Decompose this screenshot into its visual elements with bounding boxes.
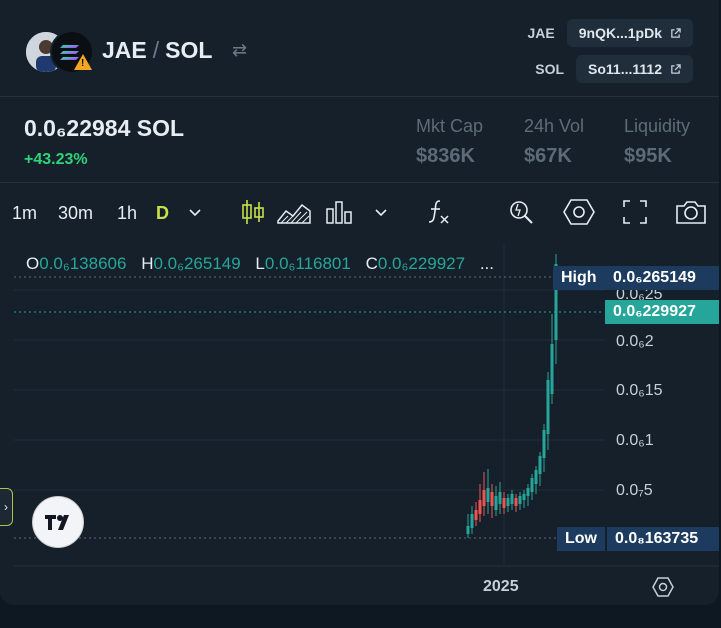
timeframe-1h[interactable]: 1h (117, 203, 137, 224)
open-label: O (26, 254, 40, 273)
tradingview-logo[interactable] (32, 496, 84, 548)
low-value: 0.0₆116801 (264, 254, 351, 273)
candle-body (530, 478, 534, 492)
chevron-down-icon[interactable] (370, 197, 392, 227)
price-tick: 0.0₆1 (616, 432, 654, 449)
indicators-fx-icon[interactable] (424, 197, 454, 227)
candle-body (466, 526, 470, 534)
base-symbol: JAE (102, 37, 147, 63)
fullscreen-icon[interactable] (620, 197, 650, 227)
bar-chart-icon[interactable] (324, 197, 354, 227)
candle-body (494, 496, 498, 510)
pair-separator: / (152, 37, 160, 63)
stat-label: Liquidity (624, 116, 691, 136)
current-price-tag: 0.0₆229927 (605, 300, 719, 324)
external-link-icon (671, 63, 681, 74)
high-tag-value: 0.0₆265149 (605, 266, 719, 290)
close-label: C (365, 254, 378, 273)
low-label: L (255, 254, 265, 273)
candle-body (474, 510, 478, 520)
candle-body (486, 488, 490, 502)
candle-body (534, 470, 538, 484)
current-price: 0.0₆22984 SOL (24, 115, 185, 141)
base-address-button[interactable]: 9nQK...1pDk (566, 19, 693, 47)
stat-liquidity: Liquidity $95K (624, 116, 690, 168)
chart-toolbar: 1m 30m 1h D (0, 182, 719, 243)
quote-address-row: SOL So11...1112 (535, 55, 693, 83)
chart-grid (14, 244, 719, 567)
warning-mark: ! (81, 58, 85, 69)
high-label: H (141, 254, 154, 273)
candle-body (518, 496, 522, 504)
quote-symbol: SOL (165, 37, 213, 63)
close-value: 0.0₆229927 (377, 254, 466, 273)
candlestick-icon[interactable] (238, 197, 268, 227)
chart-card: ! JAE / SOL ⇄ JAE 9nQK...1pDk SOL So11...1… (0, 0, 719, 605)
pair-header: ! JAE / SOL ⇄ JAE 9nQK...1pDk SOL So11...1… (0, 0, 719, 97)
candle-body (538, 456, 542, 474)
base-address-label: JAE (527, 25, 555, 41)
area-chart-icon[interactable] (276, 197, 312, 227)
price-tick: 0.0₆2 (616, 333, 654, 350)
stat-value: $67K (524, 145, 572, 167)
camera-icon[interactable] (674, 197, 708, 227)
stat-value: $95K (624, 145, 672, 167)
candles (466, 254, 558, 538)
time-axis-label: 2025 (483, 578, 519, 595)
high-value: 0.0₆265149 (153, 254, 241, 273)
candle-body (478, 500, 482, 514)
price-tick: 0.0₇5 (616, 482, 653, 499)
quote-address-label: SOL (535, 61, 565, 77)
candle-body (550, 344, 554, 394)
swap-pair-icon[interactable]: ⇄ (232, 40, 247, 61)
candle-body (470, 514, 474, 528)
price-chart[interactable] (14, 244, 719, 574)
candle-body (498, 492, 502, 504)
more-ellipsis[interactable]: ... (480, 254, 494, 273)
magic-search-icon[interactable] (506, 197, 536, 227)
candle-body (526, 488, 530, 496)
chevron-down-icon[interactable] (184, 197, 206, 227)
ohlc-legend: O0.0₆138606 H0.0₆265149 L0.0₆116801 C0.0… (26, 254, 494, 274)
low-tag-value: 0.0₈163735 (607, 527, 719, 551)
external-link-icon (671, 27, 681, 38)
stat-value: $836K (416, 145, 475, 167)
candle-body (490, 492, 494, 506)
stat-24h-volume: 24h Vol $67K (524, 116, 584, 168)
settings-hexagon-icon[interactable] (652, 576, 674, 598)
candle-body (502, 498, 506, 508)
stat-label: Mkt Cap (416, 116, 484, 136)
base-address-value: 9nQK...1pDk (578, 25, 662, 41)
token-avatars: ! (24, 30, 94, 74)
quote-address-button[interactable]: So11...1112 (576, 55, 693, 83)
candle-body (522, 494, 526, 500)
open-value: 0.0₆138606 (39, 254, 127, 273)
stat-market-cap: Mkt Cap $836K (416, 116, 483, 168)
price-tick: 0.0₆15 (616, 382, 663, 399)
candle-body (482, 490, 486, 506)
candle-body (542, 430, 546, 458)
timeframe-d[interactable]: D (156, 203, 169, 224)
candle-body (546, 380, 550, 434)
settings-hexagon-icon[interactable] (562, 197, 596, 227)
quote-address-value: So11...1112 (588, 61, 662, 77)
side-panel-toggle[interactable]: › (0, 488, 13, 526)
price-change: +43.23% (24, 151, 88, 168)
high-tag-label: High (553, 266, 605, 290)
candle-body (510, 494, 514, 504)
candle-body (506, 498, 510, 506)
low-tag-label: Low (557, 527, 605, 551)
candle-body (514, 498, 518, 506)
base-address-row: JAE 9nQK...1pDk (528, 19, 693, 47)
stat-label: 24h Vol (524, 116, 585, 136)
timeframe-1m[interactable]: 1m (12, 203, 37, 224)
pair-title: JAE / SOL (102, 37, 212, 64)
timeframe-30m[interactable]: 30m (58, 203, 93, 224)
